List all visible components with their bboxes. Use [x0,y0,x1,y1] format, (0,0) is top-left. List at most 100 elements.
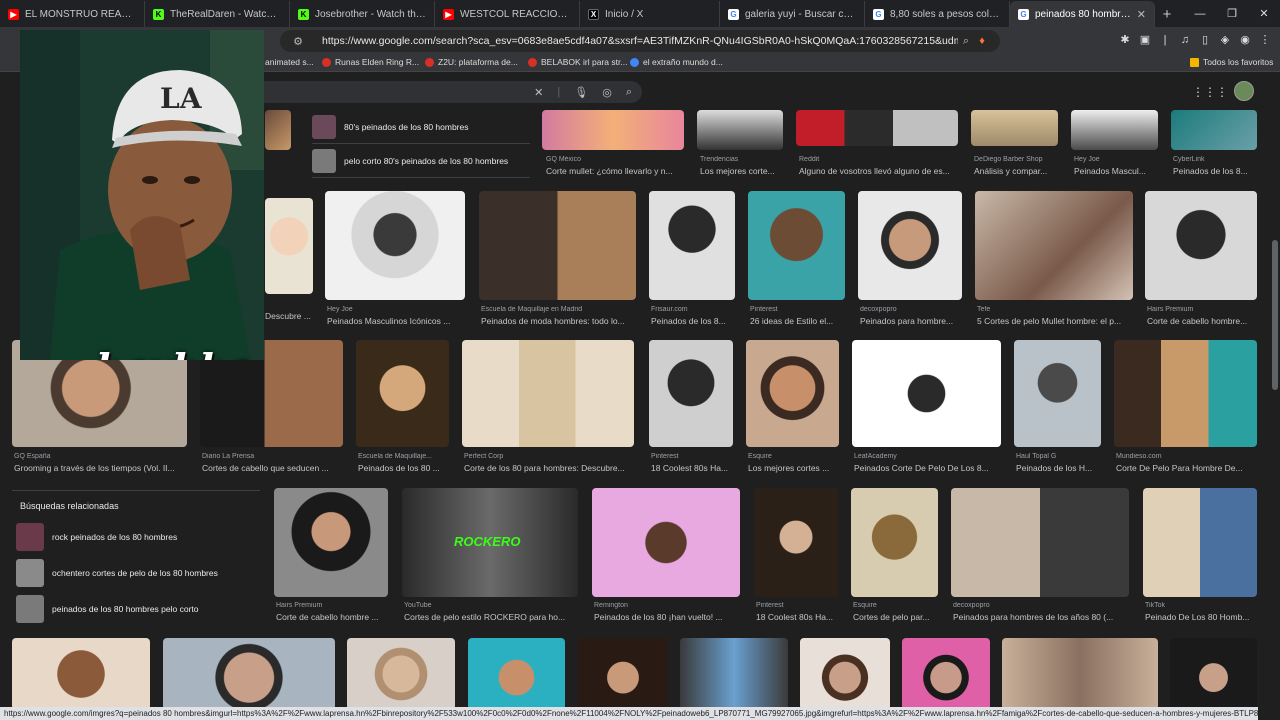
image-result[interactable] [1171,110,1257,150]
profile-icon[interactable]: ◉ [1238,31,1252,49]
sidebar-icon[interactable]: ▯ [1198,31,1212,49]
image-result[interactable] [649,340,733,447]
image-result[interactable] [274,488,388,597]
result-caption[interactable]: decoxpopro Peinados para hombre... [860,306,966,326]
image-result[interactable] [1145,191,1257,300]
tab-7[interactable]: G 8,80 soles a pesos colombiano [865,1,1010,27]
bookmark-3[interactable]: Z2U: plataforma de... [425,57,518,67]
image-result[interactable] [975,191,1133,300]
result-caption[interactable]: Diario La Prensa Cortes de cabello que se… [202,453,347,473]
result-caption[interactable]: Esquire Los mejores cortes ... [748,453,846,473]
result-caption[interactable]: TikTok Peinado De Los 80 Homb... [1145,602,1261,622]
image-result[interactable]: ROCKERO [402,488,578,597]
result-caption[interactable]: Remington Peinados de los 80 ¡han vuelto!… [594,602,744,622]
search-box[interactable]: ✕ | 🎙 ◎ ⌕ [262,81,642,103]
image-result[interactable] [649,191,735,300]
tab-1[interactable]: ▶ EL MONSTRUO REAL QUE INSP [0,1,145,27]
result-caption[interactable]: Hey Joe Peinados Mascul... [1074,156,1164,176]
result-caption[interactable]: Hairs Premium Corte de cabello hombre ... [276,602,394,622]
site-info-icon[interactable]: ⚙ [290,35,306,48]
bookmark-2[interactable]: Runas Elden Ring R... [322,57,419,67]
image-result[interactable] [265,198,313,294]
related-search-item[interactable]: rock peinados de los 80 hombres [12,519,260,555]
bookmark-5[interactable]: el extraño mundo d... [630,57,723,67]
result-caption[interactable]: Escuela de Maquillaje en Madrid Peinados … [481,306,639,326]
clear-search-icon[interactable]: ✕ [534,86,543,99]
image-result[interactable] [852,340,1001,447]
image-result[interactable] [851,488,938,597]
zoom-icon[interactable]: ⌕ [958,35,974,48]
related-search-item[interactable]: 80's peinados de los 80 hombres [312,110,530,144]
image-result[interactable] [951,488,1129,597]
bookmarks-folder[interactable]: Todos los favoritos [1190,57,1273,67]
bookmark-4[interactable]: BELABOK irl para str... [528,57,627,67]
result-caption[interactable]: GQ España Grooming a través de los tiempo… [14,453,192,473]
close-tab-icon[interactable]: ✕ [1137,8,1146,21]
image-result[interactable] [697,110,783,150]
maximize-icon[interactable]: ❐ [1216,0,1248,27]
tab-2[interactable]: K TheRealDaren - Watch the VOD [145,1,290,27]
result-caption[interactable]: Reddit Alguno de vosotros llevó alguno de… [799,156,964,176]
result-caption[interactable]: Pinterest 26 ideas de Estilo el... [750,306,850,326]
result-caption[interactable]: YouTube Cortes de pelo estilo ROCKERO par… [404,602,582,622]
result-caption[interactable]: LeafAcademy Peinados Corte De Pelo De Los… [854,453,1006,473]
image-result[interactable] [468,638,565,710]
image-result[interactable] [1071,110,1158,150]
brave-shield-icon[interactable]: ♦ [974,35,990,47]
image-result[interactable] [902,638,990,710]
image-result[interactable] [796,110,958,146]
image-result[interactable] [542,110,684,150]
image-result[interactable] [12,638,150,710]
new-tab-button[interactable]: + [1155,1,1179,27]
screenshot-icon[interactable]: ▣ [1138,31,1152,49]
image-result[interactable] [592,488,740,597]
voice-search-icon[interactable]: 🎙 [574,86,588,99]
image-result[interactable] [746,340,839,447]
image-result[interactable] [680,638,788,710]
address-bar[interactable]: ⚙ https://www.google.com/search?sca_esv=… [280,30,1000,52]
image-result[interactable] [971,110,1058,146]
tab-4[interactable]: ▶ WESTCOL REACCIONA A SU D [435,1,580,27]
image-result[interactable] [1170,638,1257,710]
search-icon[interactable]: ⌕ [626,86,632,99]
image-result[interactable] [1002,638,1158,710]
result-caption[interactable]: Pinterest 18 Coolest 80s Ha... [756,602,844,622]
result-caption[interactable]: Haul Topal G Peinados de los H... [1016,453,1106,473]
image-result[interactable] [479,191,636,300]
result-caption[interactable]: CyberLink Peinados de los 8... [1173,156,1261,176]
result-caption[interactable]: Esquire Cortes de pelo par... [853,602,943,622]
image-result[interactable] [163,638,335,710]
result-caption[interactable]: Descubre ... [265,308,315,321]
tab-3[interactable]: K Josebrother - Watch the VOD [290,1,435,27]
image-result[interactable] [858,191,962,300]
scrollbar-thumb[interactable] [1272,240,1278,390]
image-result[interactable] [356,340,449,447]
lens-icon[interactable]: ◎ [602,86,612,99]
tab-6[interactable]: Ggaleria yuyi - Buscar con Goog [720,1,865,27]
image-result[interactable] [1143,488,1257,597]
image-result[interactable] [265,110,291,150]
scrollbar[interactable] [1272,110,1278,690]
related-search-item[interactable]: pelo corto 80's peinados de los 80 hombr… [312,144,530,178]
related-search-item[interactable]: ochentero cortes de pelo de los 80 hombr… [12,555,260,591]
result-caption[interactable]: Hairs Premium Corte de cabello hombre... [1147,306,1259,326]
image-result[interactable] [347,638,455,710]
profile-avatar[interactable] [1234,81,1254,101]
result-caption[interactable]: Tefe 5 Cortes de pelo Mullet hombre: el p… [977,306,1137,326]
result-caption[interactable]: Escuela de Maquillaje... Peinados de los … [358,453,453,473]
apps-grid-icon[interactable]: ⋮⋮⋮ [1192,85,1228,99]
result-caption[interactable]: Mundieso.com Corte De Pelo Para Hombre De… [1116,453,1261,473]
result-caption[interactable]: Trendencias Los mejores corte... [700,156,790,176]
bookmark-1[interactable]: animated s... [265,57,314,67]
result-caption[interactable]: GQ México Corte mullet: ¿cómo llevarlo y … [546,156,686,176]
wallet-icon[interactable]: ◈ [1218,31,1232,49]
result-caption[interactable]: Hey Joe Peinados Masculinos Icónicos ... [327,306,467,326]
related-search-item[interactable]: peinados de los 80 hombres pelo corto [12,591,260,627]
image-result[interactable] [1014,340,1101,447]
result-caption[interactable]: Frisaur.com Peinados de los 8... [651,306,739,326]
image-result[interactable] [748,191,845,300]
image-result[interactable] [800,638,890,710]
tab-5[interactable]: X Inicio / X [580,1,720,27]
extensions-icon[interactable]: ✱ [1118,31,1132,49]
minimize-icon[interactable]: — [1184,0,1216,27]
